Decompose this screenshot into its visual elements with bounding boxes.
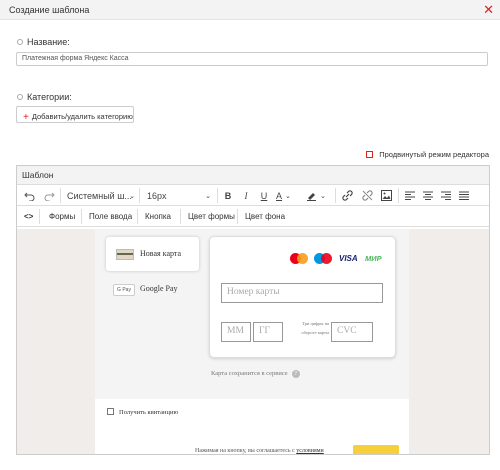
highlight-button[interactable]: ⌄: [306, 188, 332, 203]
advanced-mode-toggle[interactable]: Продвинутый режим редактора: [366, 150, 489, 159]
editor-canvas: Новая карта G Pay Google Pay VISA МИР Но…: [17, 229, 489, 464]
align-justify-icon[interactable]: [458, 188, 470, 203]
font-family-select[interactable]: Системный ш... ⌄: [63, 188, 137, 203]
undo-icon[interactable]: [21, 188, 37, 203]
html-toggle-icon[interactable]: <>: [24, 206, 33, 226]
font-color-letter: A: [276, 190, 283, 201]
link-icon[interactable]: [340, 188, 354, 203]
tab-form-color[interactable]: Цвет формы: [188, 206, 235, 226]
add-category-label: Добавить/удалить категорию: [31, 112, 133, 121]
chevron-down-icon: ⌄: [205, 192, 211, 200]
mir-logo: МИР: [365, 254, 382, 263]
editor-toolbar: Системный ш... ⌄ 16px ⌄ B I U A ⌄ ⌄: [17, 185, 489, 206]
italic-button[interactable]: I: [239, 188, 253, 203]
editor-status-bar: [16, 454, 490, 465]
chevron-down-icon: ⌄: [285, 192, 291, 200]
dialog-titlebar: Создание шаблона ✕: [0, 0, 500, 20]
card-icon: [116, 249, 134, 260]
redo-icon[interactable]: [41, 188, 57, 203]
card-number-input[interactable]: Номер карты: [221, 283, 383, 303]
cvc-input[interactable]: CVC: [331, 322, 373, 342]
tab-background-color[interactable]: Цвет фона: [245, 206, 285, 226]
required-marker-icon: [17, 94, 23, 100]
receipt-label: Получить квитанцию: [119, 409, 179, 416]
new-card-label: Новая карта: [140, 249, 182, 258]
tab-button[interactable]: Кнопка: [145, 206, 171, 226]
plus-icon: +: [23, 112, 29, 123]
highlighter-icon: [307, 193, 316, 201]
close-icon[interactable]: ✕: [483, 2, 494, 18]
maestro-icon: [314, 252, 333, 265]
font-family-value: Системный ш...: [67, 190, 132, 201]
chevron-down-icon: ⌄: [129, 192, 135, 200]
align-right-icon[interactable]: [440, 188, 452, 203]
image-icon[interactable]: [379, 188, 393, 203]
payment-option-new-card[interactable]: Новая карта: [106, 237, 199, 271]
google-pay-icon: G Pay: [113, 284, 135, 296]
align-left-icon[interactable]: [404, 188, 416, 203]
saved-note: Карта сохранится в сервисе?: [211, 370, 300, 378]
underline-button[interactable]: U: [257, 188, 271, 203]
add-category-button[interactable]: + Добавить/удалить категорию: [16, 106, 134, 123]
unlink-icon[interactable]: [360, 188, 374, 203]
dialog-title: Создание шаблона: [9, 5, 90, 15]
align-center-icon[interactable]: [422, 188, 434, 203]
chevron-down-icon: ⌄: [320, 192, 326, 200]
name-input[interactable]: Платежная форма Яндекс Касса: [16, 52, 488, 66]
tab-forms[interactable]: Формы: [49, 206, 75, 226]
payment-methods-area: Новая карта G Pay Google Pay VISA МИР Но…: [95, 229, 409, 399]
template-editor: Шаблон Системный ш... ⌄ 16px ⌄ B I U A ⌄…: [16, 165, 490, 465]
advanced-mode-checkbox[interactable]: [366, 151, 374, 158]
advanced-mode-label: Продвинутый режим редактора: [379, 150, 489, 159]
required-marker-icon: [17, 39, 23, 45]
editor-tabs: <> Формы Поле ввода Кнопка Цвет формы Цв…: [17, 206, 489, 227]
categories-label: Категории:: [27, 92, 72, 102]
payment-form-preview: Новая карта G Pay Google Pay VISA МИР Но…: [95, 229, 409, 464]
receipt-option[interactable]: Получить квитанцию: [107, 408, 178, 416]
google-pay-label[interactable]: Google Pay: [140, 284, 178, 293]
card-form: VISA МИР Номер карты ММ ГГ Три цифры на …: [209, 236, 396, 358]
year-input[interactable]: ГГ: [253, 322, 283, 342]
receipt-checkbox[interactable]: [107, 408, 114, 415]
tab-input-field[interactable]: Поле ввода: [89, 206, 132, 226]
font-size-value: 16px: [147, 190, 167, 201]
name-label: Название:: [27, 37, 70, 47]
editor-header: Шаблон: [17, 166, 489, 185]
cvc-hint: Три цифры на обороте карты: [301, 321, 329, 335]
font-size-select[interactable]: 16px ⌄: [143, 188, 213, 203]
month-input[interactable]: ММ: [221, 322, 251, 342]
help-icon[interactable]: ?: [291, 370, 300, 378]
visa-logo: VISA: [339, 254, 358, 263]
mastercard-icon: [290, 252, 309, 265]
font-color-button[interactable]: A ⌄: [276, 188, 296, 203]
bold-button[interactable]: B: [221, 188, 235, 203]
